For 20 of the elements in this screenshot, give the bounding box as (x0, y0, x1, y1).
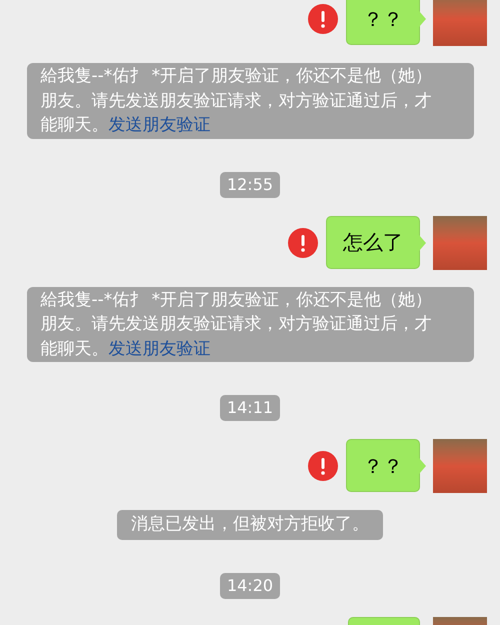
rejected-notice: 消息已发出，但被对方拒收了。 (117, 510, 383, 540)
system-notice-text: 給我隻--*佑扌 *开启了朋友验证，你还不是他（她）朋友。请先发送朋友验证请求，对方验证通过后，才能聊天。发送朋友验证 (40, 65, 434, 137)
message-bubble: ？？ (346, 0, 420, 45)
bubble-tail (419, 234, 427, 250)
avatar-photo-placeholder[interactable] (433, 439, 487, 493)
message-bubble: ？？ (346, 439, 420, 492)
error-icon[interactable] (308, 451, 338, 481)
error-icon[interactable] (308, 4, 338, 34)
bubble-tail (419, 11, 427, 27)
bubble-tail (419, 458, 427, 474)
avatar-photo-placeholder[interactable] (433, 216, 487, 270)
avatar-photo-placeholder[interactable] (433, 0, 487, 46)
timestamp: 14:20 (220, 573, 280, 599)
error-icon[interactable] (288, 228, 318, 258)
system-notice-text: 給我隻--*佑扌 *开启了朋友验证，你还不是他（她）朋友。请先发送朋友验证请求，对方验证通过后，才能聊天。发送朋友验证 (40, 288, 434, 360)
timestamp: 14:11 (220, 395, 280, 421)
timestamp: 12:55 (220, 172, 280, 198)
send-verification-link[interactable]: 发送朋友验证 (108, 115, 210, 135)
send-verification-link[interactable]: 发送朋友验证 (108, 338, 210, 358)
message-bubble: 怎么了 (326, 216, 420, 268)
